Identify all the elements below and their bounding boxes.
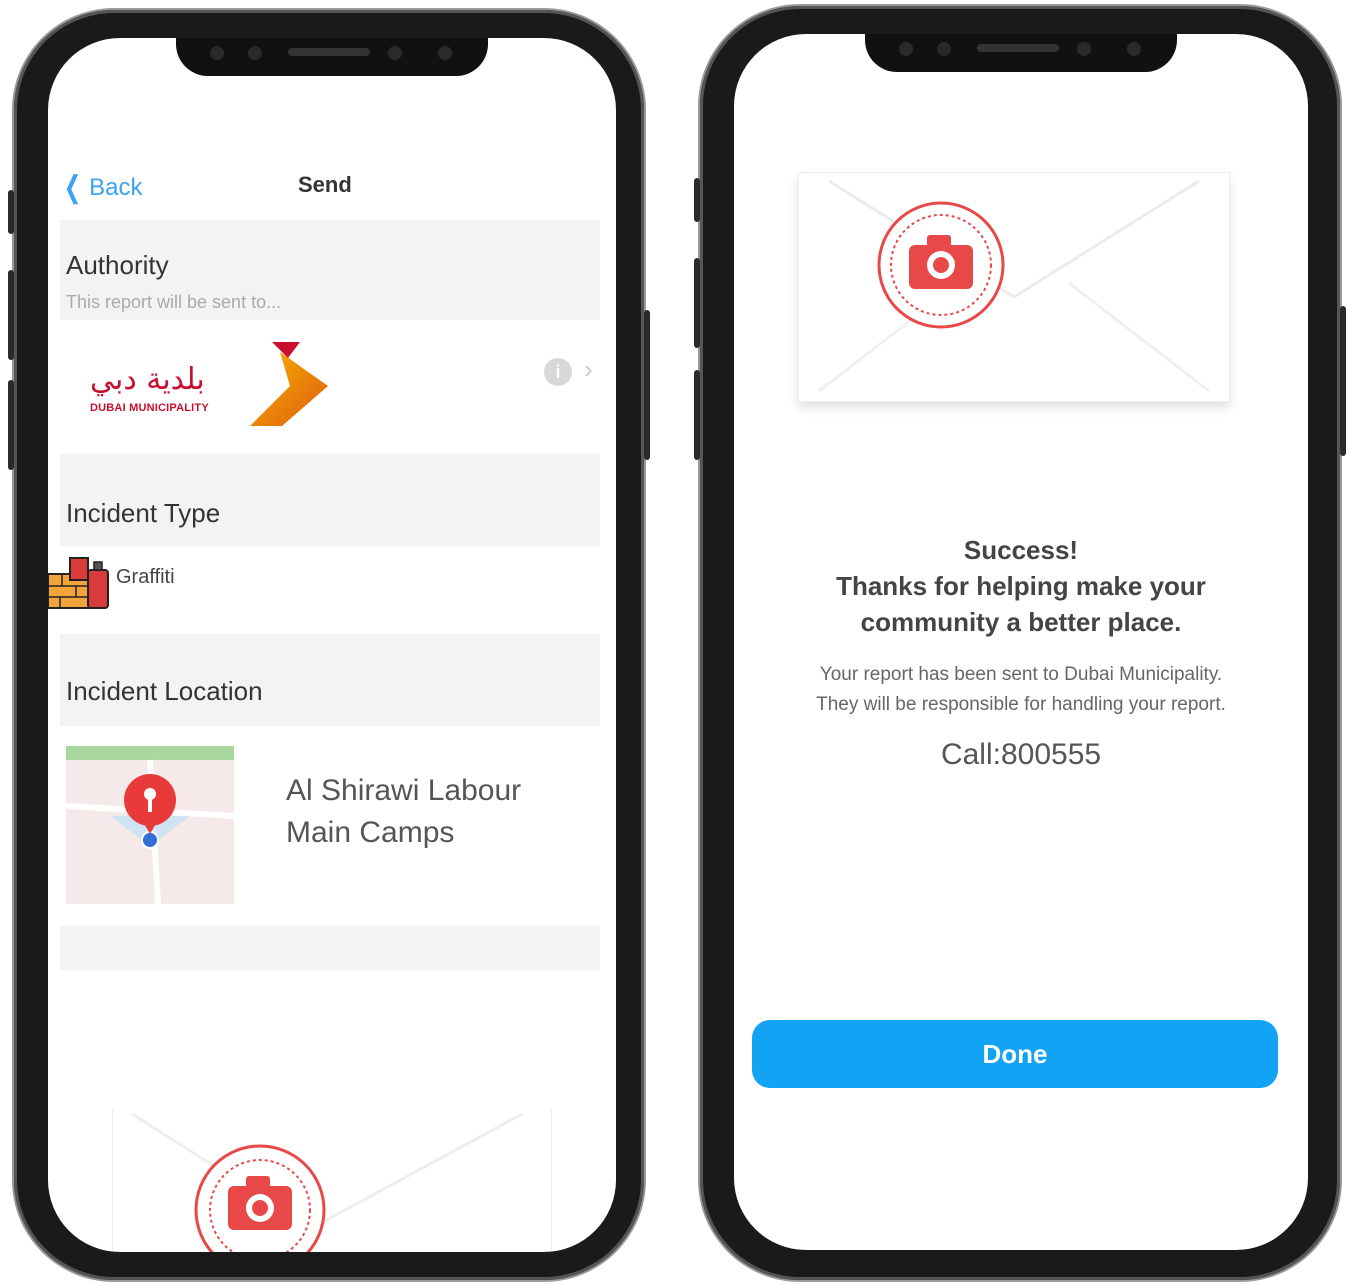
incident-location-header: Incident Location — [60, 634, 600, 726]
incident-location-address: Al Shirawi Labour Main Camps — [286, 770, 586, 854]
front-camera — [388, 46, 402, 60]
body-line-1: Your report has been sent to Dubai Munic… — [819, 664, 1223, 685]
side-button — [1340, 306, 1346, 456]
authority-subtitle: This report will be sent to... — [66, 292, 282, 312]
success-heading: Success! Thanks for helping make your co… — [734, 532, 1308, 640]
authority-header: Authority This report will be sent to... — [60, 220, 600, 320]
back-button[interactable]: ❮ Back — [60, 170, 143, 205]
incident-location-title: Incident Location — [66, 676, 263, 706]
body-line-2: They will be responsible for handling yo… — [816, 694, 1226, 715]
left-phone-frame: ❮ Back Send Authority This report will b… — [8, 10, 650, 1280]
speaker — [288, 48, 370, 56]
incident-type-header: Incident Type — [60, 454, 600, 546]
side-button — [8, 190, 14, 234]
dubai-municipality-logo-icon — [250, 342, 328, 426]
notch — [865, 34, 1177, 72]
side-button — [694, 258, 700, 348]
envelope-card — [798, 172, 1230, 402]
side-button — [644, 310, 650, 460]
back-label: Back — [89, 173, 143, 201]
incident-type-value: Graffiti — [116, 566, 175, 588]
front-camera — [210, 46, 224, 60]
incident-type-title: Incident Type — [66, 498, 221, 528]
envelope-icon — [818, 179, 1210, 393]
front-camera — [899, 42, 913, 56]
front-camera — [1077, 42, 1091, 56]
graffiti-icon — [48, 557, 109, 609]
success-line-2: Thanks for helping make your — [836, 571, 1206, 601]
authority-row[interactable]: بلدية دبي DUBAI MUNICIPALITY i › — [60, 336, 600, 444]
location-line-1: Al Shirawi Labour — [286, 774, 522, 807]
logo-arabic: بلدية دبي — [90, 362, 205, 397]
empty-section-bar — [60, 926, 600, 970]
location-map-thumbnail[interactable] — [66, 746, 234, 904]
info-icon[interactable]: i — [544, 358, 572, 386]
incident-location-row[interactable]: Al Shirawi Labour Main Camps — [60, 746, 600, 916]
camera-stamp-icon — [877, 201, 1005, 329]
right-screen: Success! Thanks for helping make your co… — [734, 34, 1308, 1250]
left-screen: ❮ Back Send Authority This report will b… — [48, 38, 616, 1252]
success-line-3: community a better place. — [860, 607, 1182, 637]
chevron-left-icon: ❮ — [63, 171, 82, 204]
map-pin-icon — [124, 774, 176, 834]
side-button — [694, 178, 700, 222]
speaker — [977, 44, 1059, 52]
chevron-right-icon[interactable]: › — [584, 354, 593, 385]
page-title: Send — [298, 172, 352, 197]
envelope-icon — [112, 1108, 552, 1252]
side-button — [8, 270, 14, 360]
done-button[interactable]: Done — [752, 1020, 1278, 1088]
front-camera — [248, 46, 262, 60]
authority-title: Authority — [66, 250, 169, 280]
notch — [176, 38, 488, 76]
camera-stamp-icon — [194, 1144, 326, 1252]
side-button — [8, 380, 14, 470]
side-button — [694, 370, 700, 460]
front-camera — [937, 42, 951, 56]
success-line-1: Success! — [963, 535, 1079, 565]
location-line-2: Main Camps — [286, 816, 455, 849]
right-phone-frame: Success! Thanks for helping make your co… — [694, 6, 1346, 1280]
front-camera — [1127, 42, 1141, 56]
incident-type-row[interactable]: Graffiti — [48, 546, 588, 626]
front-camera — [438, 46, 452, 60]
nav-bar: ❮ Back Send — [48, 168, 616, 208]
success-message: Your report has been sent to Dubai Munic… — [734, 660, 1308, 720]
logo-english: DUBAI MUNICIPALITY — [90, 402, 209, 414]
call-number[interactable]: Call:800555 — [734, 738, 1308, 772]
